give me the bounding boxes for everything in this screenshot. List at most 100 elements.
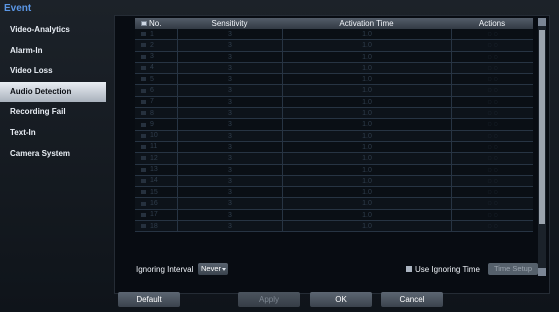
- actions-cell[interactable]: ◌ ◌: [451, 221, 533, 232]
- row-no-cell[interactable]: 15: [135, 187, 177, 197]
- activation-time-cell[interactable]: 1.0: [282, 153, 451, 164]
- row-no-cell[interactable]: 4: [135, 63, 177, 73]
- sensitivity-cell[interactable]: 3: [177, 141, 282, 153]
- row-checkbox[interactable]: [141, 212, 146, 217]
- activation-time-cell[interactable]: 1.0: [282, 141, 451, 153]
- row-checkbox[interactable]: [141, 167, 146, 172]
- sensitivity-cell[interactable]: 3: [177, 164, 282, 175]
- sidebar-item-alarm-in[interactable]: Alarm-In: [0, 41, 106, 62]
- row-checkbox[interactable]: [141, 179, 146, 183]
- sensitivity-cell[interactable]: 3: [177, 51, 282, 62]
- table-row[interactable]: 3 3 1.0 ◌ ◌: [135, 51, 533, 63]
- table-row[interactable]: 17 3 1.0 ◌ ◌: [135, 209, 533, 222]
- sensitivity-cell[interactable]: 3: [177, 96, 282, 108]
- sensitivity-cell[interactable]: 3: [177, 187, 282, 198]
- table-row[interactable]: 2 3 1.0 ◌ ◌: [135, 40, 533, 52]
- activation-time-cell[interactable]: 1.0: [282, 221, 451, 232]
- activation-time-cell[interactable]: 1.0: [282, 40, 451, 51]
- sidebar-item-video-loss[interactable]: Video Loss: [0, 61, 106, 82]
- sensitivity-cell[interactable]: 3: [177, 62, 282, 74]
- actions-cell[interactable]: ◌ ◌: [451, 130, 533, 141]
- row-checkbox[interactable]: [141, 133, 146, 138]
- row-no-cell[interactable]: 12: [135, 153, 177, 163]
- table-row[interactable]: 14 3 1.0 ◌ ◌: [135, 175, 533, 188]
- row-no-cell[interactable]: 10: [135, 131, 177, 141]
- activation-time-cell[interactable]: 1.0: [282, 198, 451, 209]
- row-no-cell[interactable]: 17: [135, 210, 177, 220]
- activation-time-cell[interactable]: 1.0: [282, 85, 451, 96]
- actions-cell[interactable]: ◌ ◌: [451, 209, 533, 221]
- select-all-checkbox[interactable]: [141, 21, 147, 26]
- row-checkbox[interactable]: [141, 54, 146, 59]
- row-checkbox[interactable]: [141, 111, 146, 116]
- actions-cell[interactable]: ◌ ◌: [451, 141, 533, 153]
- activation-time-cell[interactable]: 1.0: [282, 108, 451, 119]
- row-no-cell[interactable]: 11: [135, 142, 177, 152]
- scroll-down-arrow-icon[interactable]: [538, 268, 546, 276]
- activation-time-cell[interactable]: 1.0: [282, 74, 451, 85]
- table-row[interactable]: 11 3 1.0 ◌ ◌: [135, 141, 533, 154]
- row-checkbox[interactable]: [141, 156, 146, 161]
- time-setup-button[interactable]: Time Setup: [488, 263, 538, 275]
- row-checkbox[interactable]: [141, 190, 146, 195]
- row-checkbox[interactable]: [141, 32, 146, 37]
- actions-cell[interactable]: ◌ ◌: [451, 198, 533, 209]
- sensitivity-cell[interactable]: 3: [177, 175, 282, 187]
- table-row[interactable]: 5 3 1.0 ◌ ◌: [135, 74, 533, 86]
- scroll-thumb[interactable]: [539, 30, 545, 224]
- row-checkbox[interactable]: [141, 77, 146, 82]
- no-column-header[interactable]: No.: [135, 18, 177, 29]
- sidebar-item-recording-fail[interactable]: Recording Fail: [0, 102, 106, 123]
- table-row[interactable]: 9 3 1.0 ◌ ◌: [135, 119, 533, 131]
- row-checkbox[interactable]: [141, 43, 146, 48]
- sensitivity-cell[interactable]: 3: [177, 153, 282, 164]
- sensitivity-cell[interactable]: 3: [177, 119, 282, 130]
- actions-cell[interactable]: ◌ ◌: [451, 119, 533, 130]
- row-checkbox[interactable]: [141, 145, 146, 150]
- sensitivity-cell[interactable]: 3: [177, 209, 282, 221]
- scroll-up-arrow-icon[interactable]: [538, 18, 546, 26]
- sensitivity-cell[interactable]: 3: [177, 74, 282, 85]
- actions-cell[interactable]: ◌ ◌: [451, 175, 533, 187]
- actions-cell[interactable]: ◌ ◌: [451, 62, 533, 74]
- row-checkbox[interactable]: [141, 66, 146, 71]
- row-checkbox[interactable]: [141, 88, 146, 93]
- row-checkbox[interactable]: [141, 99, 146, 104]
- row-no-cell[interactable]: 8: [135, 108, 177, 118]
- activation-time-cell[interactable]: 1.0: [282, 119, 451, 130]
- row-no-cell[interactable]: 14: [135, 176, 177, 186]
- sensitivity-cell[interactable]: 3: [177, 40, 282, 51]
- table-row[interactable]: 13 3 1.0 ◌ ◌: [135, 164, 533, 176]
- sensitivity-cell[interactable]: 3: [177, 85, 282, 96]
- table-row[interactable]: 4 3 1.0 ◌ ◌: [135, 62, 533, 75]
- table-row[interactable]: 6 3 1.0 ◌ ◌: [135, 85, 533, 97]
- row-checkbox[interactable]: [141, 201, 146, 206]
- activation-time-cell[interactable]: 1.0: [282, 130, 451, 141]
- sidebar-item-camera-system[interactable]: Camera System: [0, 144, 106, 165]
- table-row[interactable]: 7 3 1.0 ◌ ◌: [135, 96, 533, 109]
- table-row[interactable]: 8 3 1.0 ◌ ◌: [135, 108, 533, 120]
- row-no-cell[interactable]: 18: [135, 221, 177, 231]
- row-no-cell[interactable]: 13: [135, 165, 177, 175]
- table-row[interactable]: 18 3 1.0 ◌ ◌: [135, 221, 533, 233]
- row-no-cell[interactable]: 5: [135, 74, 177, 84]
- ok-button[interactable]: OK: [310, 292, 372, 307]
- row-no-cell[interactable]: 16: [135, 198, 177, 208]
- sidebar-item-audio-detection[interactable]: Audio Detection: [0, 81, 106, 103]
- table-row[interactable]: 15 3 1.0 ◌ ◌: [135, 187, 533, 199]
- actions-cell[interactable]: ◌ ◌: [451, 29, 533, 40]
- actions-cell[interactable]: ◌ ◌: [451, 85, 533, 96]
- table-row[interactable]: 10 3 1.0 ◌ ◌: [135, 130, 533, 142]
- sensitivity-cell[interactable]: 3: [177, 198, 282, 209]
- sensitivity-cell[interactable]: 3: [177, 29, 282, 40]
- use-ignoring-time-checkbox[interactable]: [406, 266, 412, 272]
- row-checkbox[interactable]: [141, 122, 146, 127]
- row-checkbox[interactable]: [141, 224, 146, 229]
- activation-time-cell[interactable]: 1.0: [282, 29, 451, 40]
- table-row[interactable]: 12 3 1.0 ◌ ◌: [135, 153, 533, 165]
- actions-cell[interactable]: ◌ ◌: [451, 187, 533, 198]
- sidebar-item-video-analytics[interactable]: Video-Analytics: [0, 20, 106, 41]
- row-no-cell[interactable]: 1: [135, 29, 177, 39]
- activation-time-cell[interactable]: 1.0: [282, 175, 451, 187]
- sensitivity-cell[interactable]: 3: [177, 108, 282, 119]
